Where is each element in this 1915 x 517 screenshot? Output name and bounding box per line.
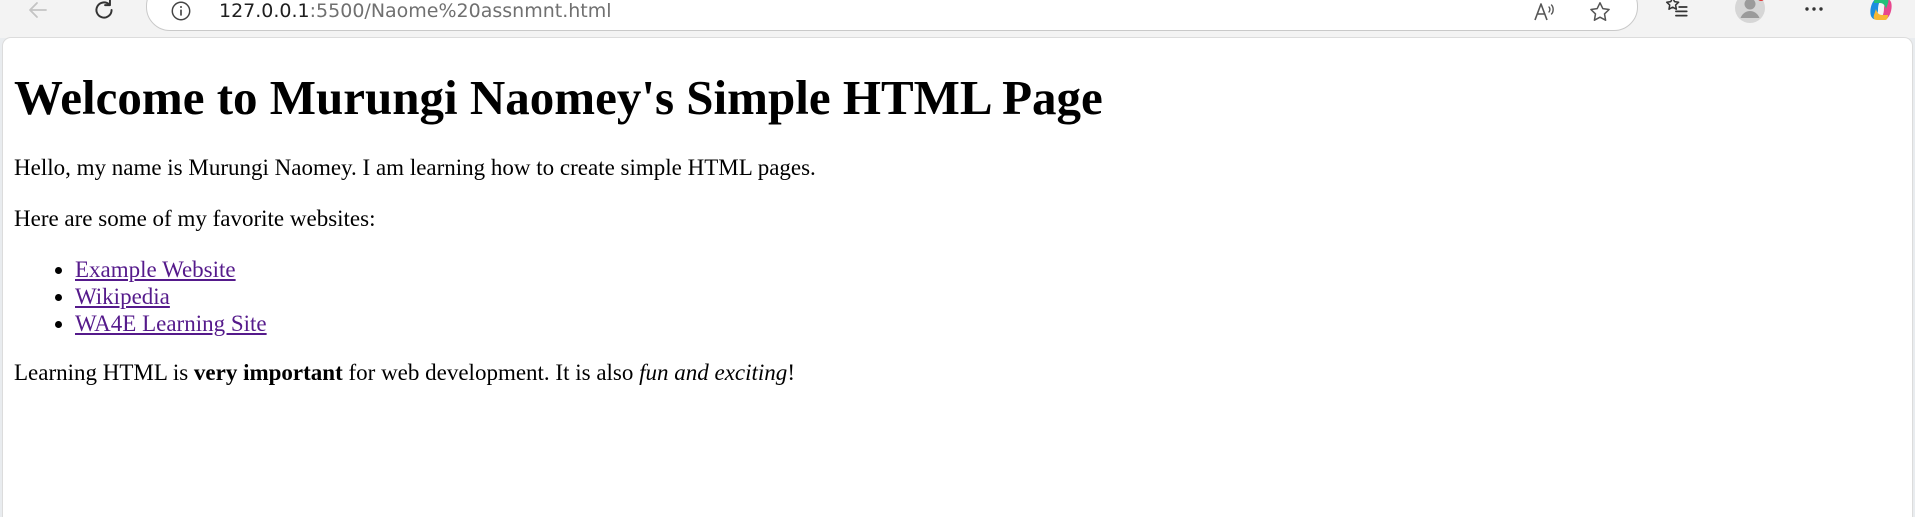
page-heading: Welcome to Murungi Naomey's Simple HTML …	[14, 70, 1103, 125]
link-wa4e-learning-site[interactable]: WA4E Learning Site	[75, 311, 267, 336]
link-wikipedia[interactable]: Wikipedia	[75, 284, 170, 309]
closing-text-3: !	[787, 360, 795, 385]
copilot-icon[interactable]	[1864, 0, 1898, 26]
list-item: WA4E Learning Site	[75, 310, 267, 337]
closing-italic-text: fun and exciting	[639, 360, 788, 385]
closing-text-1: Learning HTML is	[14, 360, 194, 385]
link-example-website[interactable]: Example Website	[75, 257, 236, 282]
more-dots-icon[interactable]	[1801, 0, 1827, 22]
back-arrow-icon[interactable]	[20, 0, 56, 28]
reload-icon[interactable]	[86, 0, 122, 28]
url-path: :5500/Naome%20assnmnt.html	[309, 0, 612, 22]
profile-avatar-icon[interactable]	[1734, 0, 1766, 24]
favorites-list-icon[interactable]	[1664, 0, 1690, 20]
browser-toolbar: 127.0.0.1:5500/Naome%20assnmnt.html	[0, 0, 1915, 38]
url-host: 127.0.0.1	[219, 0, 310, 22]
list-item: Wikipedia	[75, 283, 267, 310]
list-item: Example Website	[75, 256, 267, 283]
closing-text-2: for web development. It is also	[342, 360, 640, 385]
favorite-sites-list: Example Website Wikipedia WA4E Learning …	[14, 256, 267, 337]
page-viewport: Welcome to Murungi Naomey's Simple HTML …	[3, 38, 1912, 517]
star-icon[interactable]	[1587, 0, 1613, 25]
favorites-intro-paragraph: Here are some of my favorite websites:	[14, 206, 376, 231]
address-bar[interactable]: 127.0.0.1:5500/Naome%20assnmnt.html	[146, 0, 1638, 31]
intro-paragraph: Hello, my name is Murungi Naomey. I am l…	[14, 155, 816, 180]
info-icon[interactable]	[169, 0, 193, 23]
read-aloud-icon[interactable]	[1531, 0, 1557, 25]
closing-paragraph: Learning HTML is very important for web …	[14, 359, 795, 387]
url-text[interactable]: 127.0.0.1:5500/Naome%20assnmnt.html	[219, 0, 612, 22]
closing-bold-text: very important	[193, 360, 343, 385]
